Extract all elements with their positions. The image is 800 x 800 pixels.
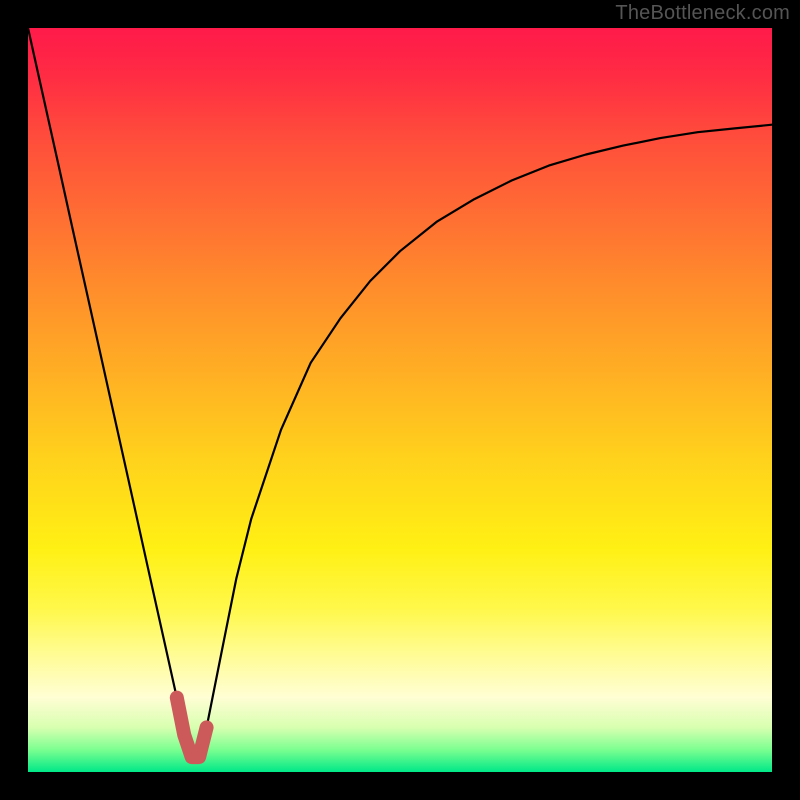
curve-layer — [28, 28, 772, 772]
plot-area — [28, 28, 772, 772]
bottleneck-curve — [28, 28, 772, 757]
watermark-text: TheBottleneck.com — [615, 2, 790, 25]
accent-region — [177, 698, 207, 758]
chart-frame: TheBottleneck.com — [0, 0, 800, 800]
